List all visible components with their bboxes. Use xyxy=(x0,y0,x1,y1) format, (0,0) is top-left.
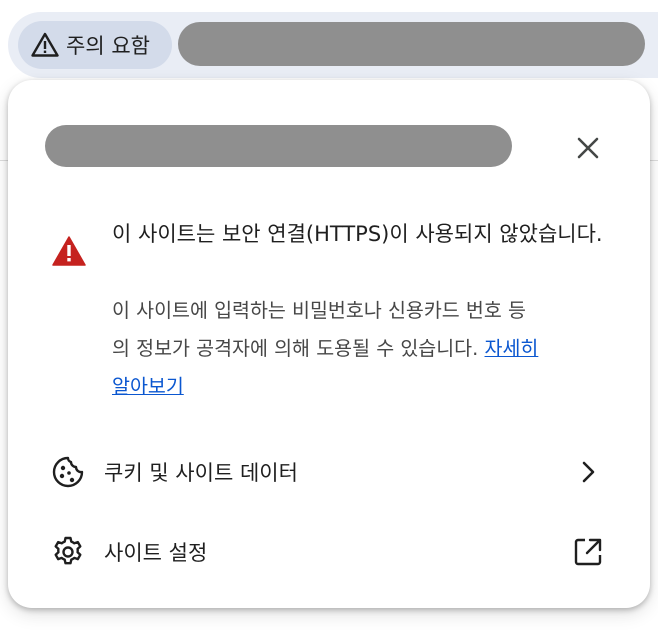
chevron-right-icon xyxy=(570,454,606,490)
url-text-redacted[interactable] xyxy=(178,22,645,66)
cookies-and-site-data-label: 쿠키 및 사이트 데이터 xyxy=(104,461,298,485)
security-chip-label: 주의 요함 xyxy=(66,34,150,58)
close-button[interactable] xyxy=(570,130,606,166)
popup-site-title-redacted xyxy=(45,125,512,167)
site-info-popup: 이 사이트는 보안 연결(HTTPS)이 사용되지 않았습니다. 이 사이트에 … xyxy=(8,80,650,608)
site-settings-label: 사이트 설정 xyxy=(104,541,208,565)
learn-more-link-part-2[interactable]: 알아보기 xyxy=(112,375,184,398)
learn-more-link-part-1[interactable]: 자세히 xyxy=(485,337,539,360)
insecure-connection-heading: 이 사이트는 보안 연결(HTTPS)이 사용되지 않았습니다. xyxy=(112,222,603,246)
site-settings-row[interactable]: 사이트 설정 xyxy=(8,520,650,584)
browser-toolbar: 주의 요함 xyxy=(0,0,658,86)
gear-icon xyxy=(50,534,86,570)
warning-triangle-icon xyxy=(30,30,60,60)
description-line-1: 이 사이트에 입력하는 비밀번호나 신용카드 번호 등 xyxy=(112,299,526,322)
security-status-chip[interactable]: 주의 요함 xyxy=(18,21,172,69)
open-in-new-icon xyxy=(570,534,606,570)
close-icon xyxy=(577,137,599,159)
warning-triangle-filled-icon xyxy=(52,236,86,266)
description-line-2: 의 정보가 공격자에 의해 도용될 수 있습니다. xyxy=(112,337,479,360)
cookie-icon xyxy=(50,454,86,490)
insecure-connection-description: 이 사이트에 입력하는 비밀번호나 신용카드 번호 등 의 정보가 공격자에 의… xyxy=(112,292,612,406)
cookies-and-site-data-row[interactable]: 쿠키 및 사이트 데이터 xyxy=(8,440,650,504)
